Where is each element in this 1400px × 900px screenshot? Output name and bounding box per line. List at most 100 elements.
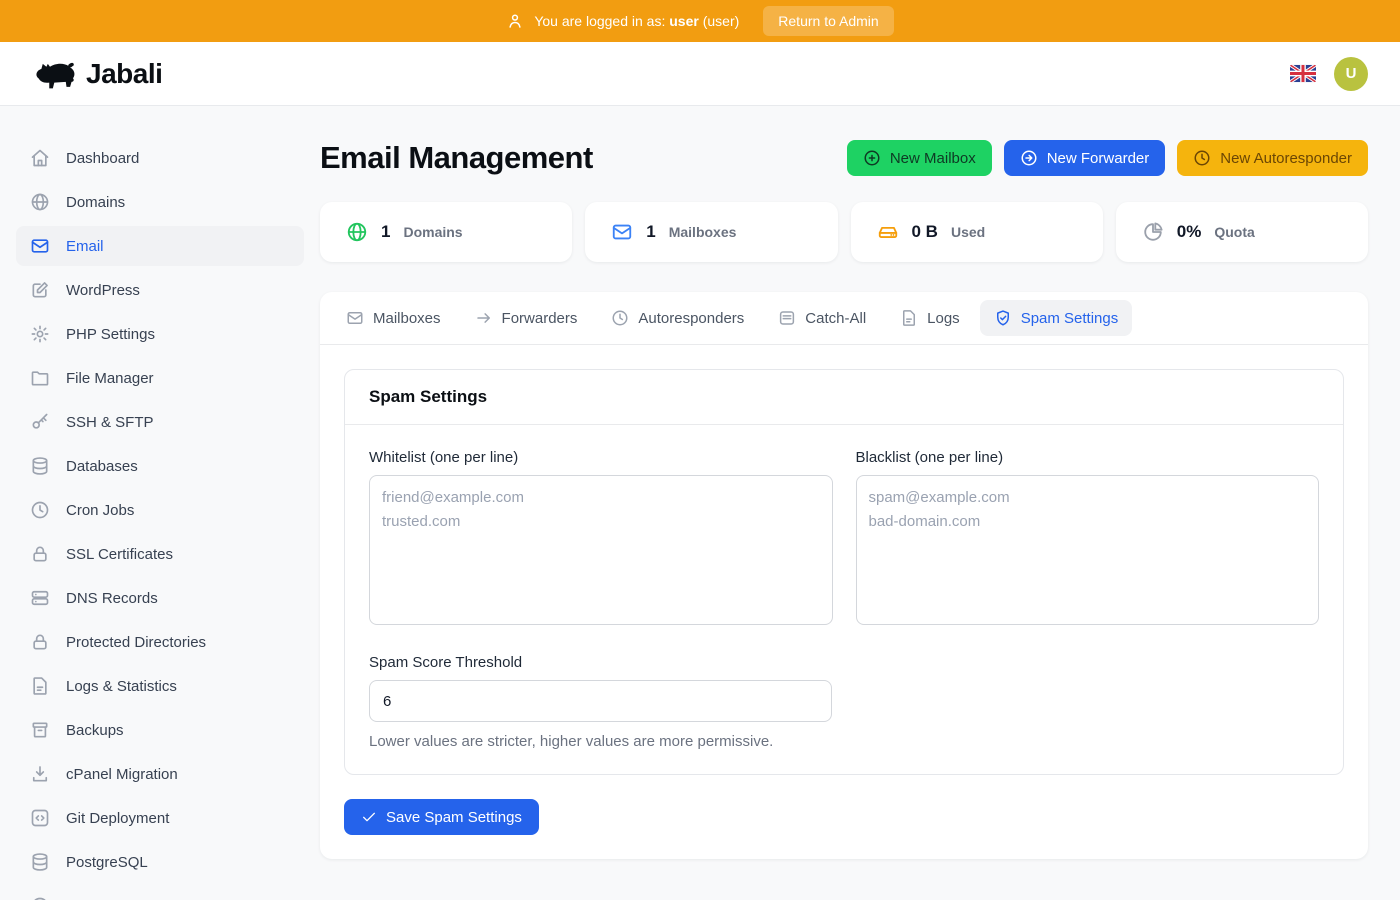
sidebar-item-file-manager[interactable]: File Manager: [16, 358, 304, 398]
whitelist-textarea[interactable]: [369, 475, 833, 625]
arrow-right-icon: [475, 309, 493, 327]
database-icon: [30, 456, 50, 476]
sidebar-item-label: Dashboard: [66, 150, 139, 167]
save-spam-settings-button[interactable]: Save Spam Settings: [344, 799, 539, 835]
whitelist-label: Whitelist (one per line): [369, 449, 833, 466]
new-autoresponder-button[interactable]: New Autoresponder: [1177, 140, 1368, 176]
shield-check-icon: [994, 309, 1012, 327]
mail-icon: [30, 236, 50, 256]
stat-card-domains: 1Domains: [320, 202, 572, 262]
file-icon: [900, 309, 918, 327]
sidebar-item-ssh-sftp[interactable]: SSH & SFTP: [16, 402, 304, 442]
stat-label: Quota: [1214, 224, 1254, 240]
main-content: Email Management New Mailbox New Forwarde…: [320, 106, 1400, 900]
impersonation-username: user: [669, 13, 699, 29]
mail-icon: [611, 221, 633, 243]
sidebar-item-label: Databases: [66, 458, 138, 475]
uk-flag-icon[interactable]: [1290, 64, 1316, 83]
tab-autoresponders[interactable]: Autoresponders: [597, 300, 758, 336]
sidebar-item-protected-directories[interactable]: Protected Directories: [16, 622, 304, 662]
new-forwarder-button[interactable]: New Forwarder: [1004, 140, 1166, 176]
stat-card-mailboxes: 1Mailboxes: [585, 202, 837, 262]
brand[interactable]: Jabali: [32, 56, 162, 92]
spam-threshold-input[interactable]: [369, 680, 832, 722]
tab-label: Autoresponders: [638, 310, 744, 327]
stat-label: Mailboxes: [669, 224, 737, 240]
tab-logs[interactable]: Logs: [886, 300, 974, 336]
sidebar-item-label: Git Deployment: [66, 810, 169, 827]
check-icon: [361, 809, 377, 825]
sidebar-item-label: Protected Directories: [66, 634, 206, 651]
tab-mailboxes[interactable]: Mailboxes: [332, 300, 455, 336]
lock-icon: [30, 544, 50, 564]
sidebar-item-cron-jobs[interactable]: Cron Jobs: [16, 490, 304, 530]
sidebar-item-backups[interactable]: Backups: [16, 710, 304, 750]
stat-label: Used: [951, 224, 985, 240]
clock-icon: [611, 309, 629, 327]
stat-card-quota: 0%Quota: [1116, 202, 1368, 262]
mail-icon: [346, 309, 364, 327]
inbox-icon: [778, 309, 796, 327]
tab-forwarders[interactable]: Forwarders: [461, 300, 592, 336]
sidebar-item-email[interactable]: Email: [16, 226, 304, 266]
code-icon: [30, 808, 50, 828]
tab-bar: Mailboxes Forwarders Autoresponders Catch-A…: [320, 292, 1368, 345]
header-actions: New Mailbox New Forwarder New Autoresponde…: [847, 140, 1368, 176]
lock-icon: [30, 632, 50, 652]
sidebar-item-postgresql[interactable]: PostgreSQL: [16, 842, 304, 882]
tab-catch-all[interactable]: Catch-All: [764, 300, 880, 336]
return-to-admin-button[interactable]: Return to Admin: [763, 6, 893, 36]
blacklist-textarea[interactable]: [856, 475, 1320, 625]
sidebar-item-ssl-certificates[interactable]: SSL Certificates: [16, 534, 304, 574]
folder-icon: [30, 368, 50, 388]
sidebar-item-dashboard[interactable]: Dashboard: [16, 138, 304, 178]
globe-icon: [30, 192, 50, 212]
tab-label: Forwarders: [502, 310, 578, 327]
sidebar-item-dns-records[interactable]: DNS Records: [16, 578, 304, 618]
sidebar-item-cpanel-migration[interactable]: cPanel Migration: [16, 754, 304, 794]
sidebar-item-logs-statistics[interactable]: Logs & Statistics: [16, 666, 304, 706]
new-mailbox-button[interactable]: New Mailbox: [847, 140, 992, 176]
button-label: New Forwarder: [1047, 150, 1150, 167]
page-title: Email Management: [320, 140, 593, 176]
blacklist-label: Blacklist (one per line): [856, 449, 1320, 466]
download-icon: [30, 764, 50, 784]
sidebar-item-label: File Manager: [66, 370, 154, 387]
database-icon: [30, 852, 50, 872]
key-icon: [30, 412, 50, 432]
sidebar-item-domains[interactable]: Domains: [16, 182, 304, 222]
sidebar-item-label: Backups: [66, 722, 124, 739]
brand-name: Jabali: [86, 58, 162, 90]
sidebar-item-php-settings[interactable]: PHP Settings: [16, 314, 304, 354]
spam-settings-panel: Spam Settings Whitelist (one per line) B…: [344, 369, 1344, 775]
sidebar-item-git-deployment[interactable]: Git Deployment: [16, 798, 304, 838]
user-avatar[interactable]: U: [1334, 57, 1368, 91]
stat-card-used: 0 B Used: [851, 202, 1103, 262]
sidebar-item-label: SSL Certificates: [66, 546, 173, 563]
sidebar-item-label: Domains: [66, 194, 125, 211]
sidebar-item-partial[interactable]: [16, 886, 304, 900]
edit-icon: [30, 280, 50, 300]
sidebar-item-label: PostgreSQL: [66, 854, 148, 871]
sidebar-item-label: SSH & SFTP: [66, 414, 154, 431]
gear-icon: [30, 324, 50, 344]
tab-label: Logs: [927, 310, 960, 327]
stat-value: 0 B: [912, 222, 938, 242]
pie-icon: [1142, 221, 1164, 243]
arrow-circle-icon: [1020, 149, 1038, 167]
person-icon: [506, 12, 524, 30]
sidebar-item-label: DNS Records: [66, 590, 158, 607]
stat-value: 1: [381, 222, 390, 242]
threshold-help-text: Lower values are stricter, higher values…: [369, 733, 832, 750]
clock-icon: [30, 500, 50, 520]
file-icon: [30, 676, 50, 696]
sidebar-item-wordpress[interactable]: WordPress: [16, 270, 304, 310]
tab-spam-settings[interactable]: Spam Settings: [980, 300, 1133, 336]
server-icon: [30, 588, 50, 608]
sidebar-item-label: WordPress: [66, 282, 140, 299]
plus-circle-icon: [863, 149, 881, 167]
threshold-label: Spam Score Threshold: [369, 654, 832, 671]
sidebar: Dashboard Domains Email WordPress PHP Settin…: [0, 106, 320, 900]
sidebar-item-databases[interactable]: Databases: [16, 446, 304, 486]
boar-logo-icon: [32, 56, 78, 92]
